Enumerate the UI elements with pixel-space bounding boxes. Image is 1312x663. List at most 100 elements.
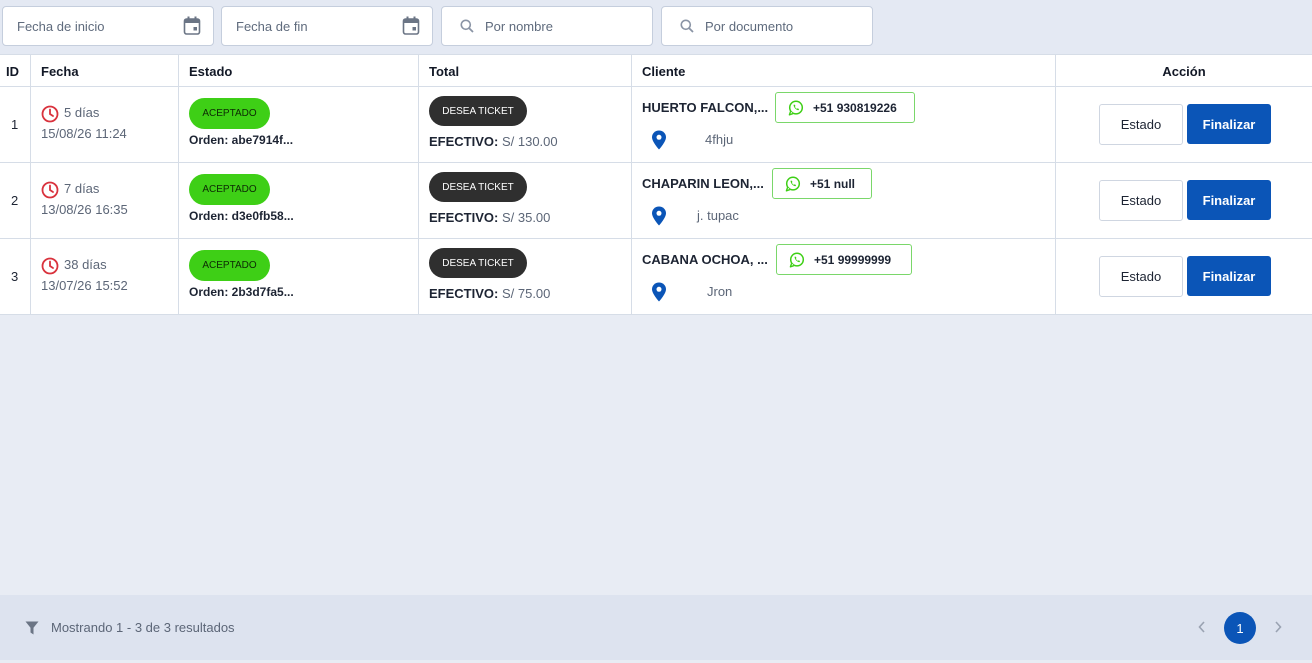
table-row: 2 7 días 13/08/26 16:35 ACEPTADO Orden: … (0, 163, 1312, 239)
payment-method: EFECTIVO: (429, 134, 499, 149)
status-badge: ACEPTADO (189, 98, 270, 129)
date-cell: 38 días 13/07/26 15:52 (31, 239, 179, 314)
client-address: Jron (707, 284, 733, 299)
order-code: Orden: d3e0fb58... (189, 209, 294, 223)
clock-icon (41, 257, 59, 275)
client-cell: HUERTO FALCON,... +51 930819226 4fhju (632, 87, 1056, 162)
calendar-icon[interactable] (183, 16, 201, 36)
header-accion-label: Acción (1162, 64, 1206, 79)
client-cell: CHAPARIN LEON,... +51 null j. tupac (632, 163, 1056, 238)
date-cell: 5 días 15/08/26 11:24 (31, 87, 179, 162)
client-phone: +51 99999999 (814, 252, 892, 267)
finalizar-button[interactable]: Finalizar (1187, 180, 1271, 220)
search-icon (460, 19, 474, 33)
total-cell: DESEA TICKET EFECTIVO: S/ 130.00 (419, 87, 632, 162)
status-cell: ACEPTADO Orden: d3e0fb58... (179, 163, 419, 238)
chevron-right-icon[interactable] (1272, 619, 1284, 635)
table-row: 1 5 días 15/08/26 11:24 ACEPTADO Orden: … (0, 87, 1312, 163)
clock-icon (41, 105, 59, 123)
end-date-placeholder: Fecha de fin (236, 18, 308, 34)
total-cell: DESEA TICKET EFECTIVO: S/ 75.00 (419, 239, 632, 314)
estado-button[interactable]: Estado (1099, 256, 1183, 297)
client-phone: +51 null (810, 176, 856, 191)
status-cell: ACEPTADO Orden: 2b3d7fa5... (179, 239, 419, 314)
filter-icon[interactable] (25, 621, 39, 635)
action-cell: Estado Finalizar (1056, 239, 1312, 314)
document-search-field[interactable]: Por documento (661, 6, 873, 46)
payment: EFECTIVO: S/ 130.00 (429, 134, 558, 149)
payment: EFECTIVO: S/ 35.00 (429, 210, 550, 225)
order-id: 1 (11, 117, 19, 132)
filter-bar: Fecha de inicio Fecha de fin Por nombre … (0, 0, 1312, 54)
whatsapp-icon (785, 176, 801, 192)
start-date-placeholder: Fecha de inicio (17, 18, 105, 34)
header-accion: Acción (1056, 55, 1312, 86)
estado-button[interactable]: Estado (1099, 180, 1183, 221)
status-badge: ACEPTADO (189, 250, 270, 281)
end-date-field[interactable]: Fecha de fin (221, 6, 433, 46)
order-id: 3 (11, 269, 19, 284)
location-pin-icon (652, 130, 666, 150)
client-cell: CABANA OCHOA, ... +51 99999999 Jron (632, 239, 1056, 314)
pagination-page-current[interactable]: 1 (1224, 612, 1256, 644)
start-date-field[interactable]: Fecha de inicio (2, 6, 214, 46)
name-search-placeholder: Por nombre (485, 18, 553, 34)
finalizar-button[interactable]: Finalizar (1187, 104, 1271, 144)
elapsed-time: 38 días (64, 257, 107, 272)
header-cliente-label: Cliente (642, 64, 686, 79)
orders-page: Fecha de inicio Fecha de fin Por nombre … (0, 0, 1312, 663)
header-estado: Estado (179, 55, 419, 86)
location-pin-icon (652, 206, 666, 226)
table-row: 3 38 días 13/07/26 15:52 ACEPTADO Orden:… (0, 239, 1312, 315)
whatsapp-button[interactable]: +51 99999999 (776, 244, 912, 275)
whatsapp-button[interactable]: +51 null (772, 168, 872, 199)
whatsapp-button[interactable]: +51 930819226 (775, 92, 915, 123)
whatsapp-icon (788, 100, 804, 116)
header-total-label: Total (429, 64, 460, 79)
order-datetime: 13/07/26 15:52 (41, 278, 128, 293)
location-pin-icon (652, 282, 666, 302)
payment: EFECTIVO: S/ 75.00 (429, 286, 550, 301)
id-cell: 3 (0, 239, 31, 314)
whatsapp-icon (789, 252, 805, 268)
payment-method: EFECTIVO: (429, 286, 499, 301)
payment-amount: S/ 75.00 (501, 286, 551, 301)
calendar-icon[interactable] (402, 16, 420, 36)
ticket-badge: DESEA TICKET (429, 172, 527, 202)
client-address: j. tupac (697, 208, 739, 223)
payment-amount: S/ 35.00 (501, 210, 551, 225)
results-summary: Mostrando 1 - 3 de 3 resultados (51, 620, 235, 635)
ticket-badge: DESEA TICKET (429, 248, 527, 278)
elapsed-time: 5 días (64, 105, 100, 120)
document-search-placeholder: Por documento (705, 18, 794, 34)
header-estado-label: Estado (189, 64, 233, 79)
elapsed-time: 7 días (64, 181, 100, 196)
header-fecha-label: Fecha (41, 64, 79, 79)
header-cliente: Cliente (632, 55, 1056, 86)
header-id-label: ID (6, 64, 19, 79)
total-cell: DESEA TICKET EFECTIVO: S/ 35.00 (419, 163, 632, 238)
client-phone: +51 930819226 (813, 100, 897, 115)
status-badge: ACEPTADO (189, 174, 270, 205)
order-code: Orden: 2b3d7fa5... (189, 285, 294, 299)
date-cell: 7 días 13/08/26 16:35 (31, 163, 179, 238)
id-cell: 2 (0, 163, 31, 238)
name-search-field[interactable]: Por nombre (441, 6, 653, 46)
header-id: ID (0, 55, 31, 86)
payment-method: EFECTIVO: (429, 210, 499, 225)
order-datetime: 13/08/26 16:35 (41, 202, 128, 217)
table-header: ID Fecha Estado Total Cliente Acción (0, 55, 1312, 87)
clock-icon (41, 181, 59, 199)
estado-button[interactable]: Estado (1099, 104, 1183, 145)
finalizar-button[interactable]: Finalizar (1187, 256, 1271, 296)
client-address: 4fhju (705, 132, 734, 147)
action-cell: Estado Finalizar (1056, 87, 1312, 162)
id-cell: 1 (0, 87, 31, 162)
payment-amount: S/ 130.00 (501, 134, 558, 149)
order-id: 2 (11, 193, 19, 208)
action-cell: Estado Finalizar (1056, 163, 1312, 238)
chevron-left-icon[interactable] (1196, 619, 1208, 635)
order-code: Orden: abe7914f... (189, 133, 294, 147)
status-cell: ACEPTADO Orden: abe7914f... (179, 87, 419, 162)
client-name: CABANA OCHOA, ... (642, 252, 768, 267)
